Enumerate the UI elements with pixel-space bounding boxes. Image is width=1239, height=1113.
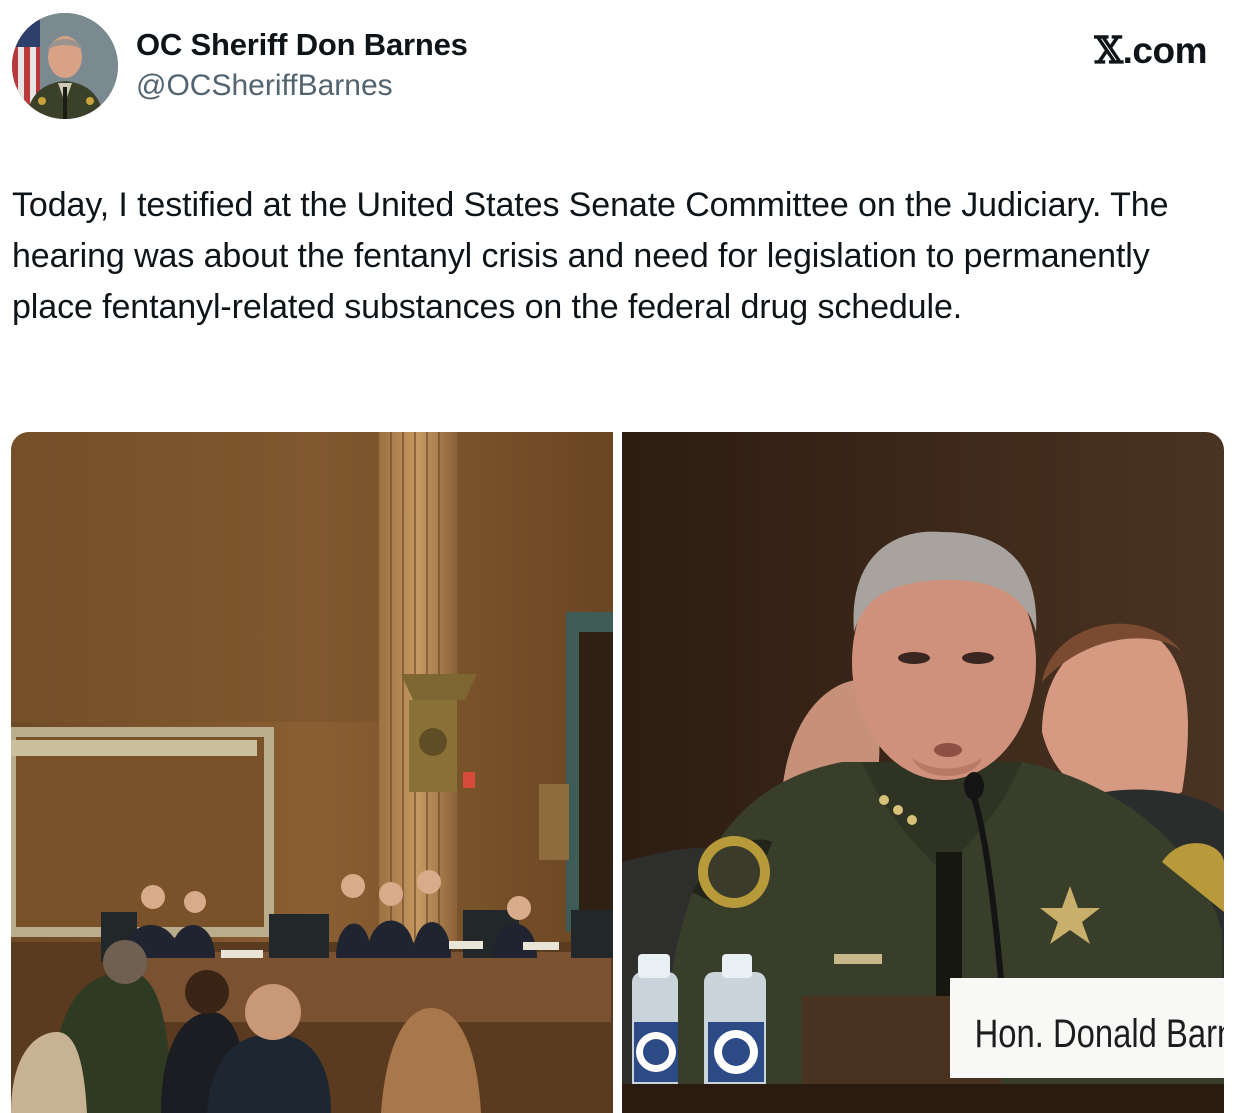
x-logo-icon: 𝕏 [1094,28,1123,72]
x-logo[interactable]: 𝕏.com [1094,28,1207,72]
avatar-portrait-icon [12,13,118,119]
author-name[interactable]: OC Sheriff Don Barnes [136,27,468,63]
post-text: Today, I testified at the United States … [12,186,1169,326]
testimony-closeup-photo-icon: Hon. Donald Barne [622,432,1224,1113]
senate-hearing-room-photo-icon [11,432,613,1113]
x-logo-suffix: .com [1122,30,1208,71]
author-avatar[interactable] [12,13,118,119]
nameplate-label: Hon. Donald Barne [975,1011,1224,1056]
media-right[interactable]: Hon. Donald Barne [622,432,1224,1113]
post-header: OC Sheriff Don Barnes @OCSheriffBarnes 𝕏… [0,0,1239,130]
author-handle[interactable]: @OCSheriffBarnes [136,69,393,103]
media-left[interactable] [11,432,613,1113]
